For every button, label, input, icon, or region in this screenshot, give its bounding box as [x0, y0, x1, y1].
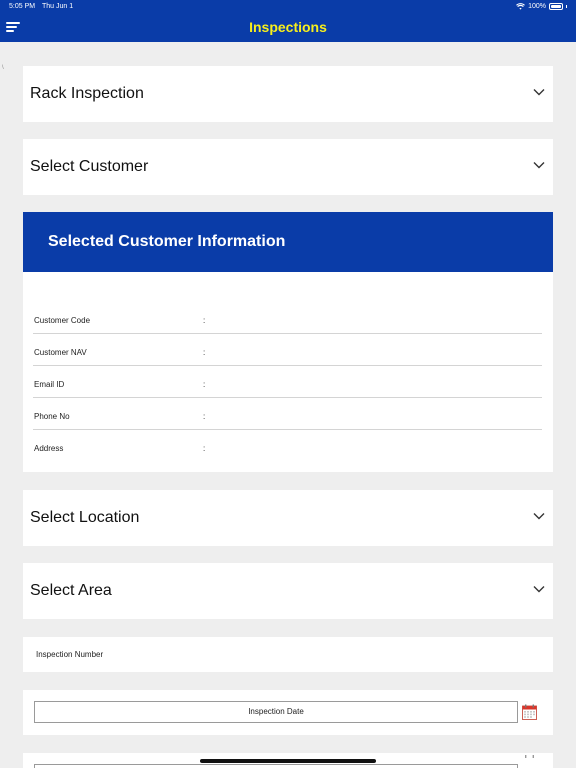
- customer-dropdown[interactable]: Select Customer: [23, 139, 553, 195]
- inspection-type-dropdown[interactable]: Rack Inspection: [23, 66, 553, 122]
- info-separator: :: [203, 444, 206, 453]
- info-label: Email ID: [34, 380, 65, 389]
- info-label: Customer Code: [34, 316, 91, 325]
- inspection-date-card: Inspection Date: [23, 690, 553, 735]
- inspection-number-field[interactable]: Inspection Number: [23, 637, 553, 672]
- status-time: 5:05 PM: [9, 3, 36, 10]
- area-dropdown[interactable]: Select Area: [23, 563, 553, 619]
- area-dropdown-label: Select Area: [30, 582, 112, 599]
- next-date-field[interactable]: [34, 764, 518, 768]
- battery-tip: [566, 5, 567, 8]
- chevron-down-icon: [533, 586, 545, 593]
- battery-percentage: 100%: [528, 3, 546, 10]
- customer-info-panel: Customer Code : Customer NAV : Email ID …: [23, 272, 553, 472]
- status-indicators: 100%: [516, 3, 567, 10]
- chevron-down-icon: [533, 89, 545, 96]
- info-label: Phone No: [34, 412, 70, 421]
- calendar-icon[interactable]: [522, 753, 537, 767]
- chevron-down-icon: [533, 162, 545, 169]
- info-row-email: Email ID :: [33, 366, 542, 398]
- app-header: 5:05 PM Thu Jun 1 100% Inspections: [0, 0, 576, 42]
- status-date: Thu Jun 1: [42, 3, 74, 10]
- info-separator: :: [203, 316, 206, 325]
- info-row-phone: Phone No :: [33, 398, 542, 430]
- info-label: Address: [34, 444, 64, 453]
- location-dropdown[interactable]: Select Location: [23, 490, 553, 546]
- inspection-type-label: Rack Inspection: [30, 85, 144, 102]
- info-row-customer-code: Customer Code :: [33, 302, 542, 334]
- info-row-customer-nav: Customer NAV :: [33, 334, 542, 366]
- wifi-icon: [516, 3, 525, 10]
- info-separator: :: [203, 412, 206, 421]
- info-row-address: Address :: [33, 430, 542, 462]
- chevron-down-icon: [533, 513, 545, 520]
- info-label: Customer NAV: [34, 348, 87, 357]
- calendar-icon[interactable]: [522, 704, 537, 720]
- customer-info-header: Selected Customer Information: [23, 212, 553, 272]
- battery-icon: [549, 3, 563, 10]
- customer-dropdown-label: Select Customer: [30, 158, 149, 175]
- location-dropdown-label: Select Location: [30, 509, 140, 526]
- customer-info-title: Selected Customer Information: [48, 233, 286, 250]
- status-bar: 5:05 PM Thu Jun 1 100%: [0, 0, 576, 14]
- edge-mark: \: [2, 65, 4, 71]
- inspection-date-field[interactable]: Inspection Date: [34, 701, 518, 723]
- info-separator: :: [203, 380, 206, 389]
- info-separator: :: [203, 348, 206, 357]
- page-title: Inspections: [249, 19, 327, 35]
- inspection-number-label: Inspection Number: [36, 650, 104, 659]
- home-indicator: [200, 759, 376, 763]
